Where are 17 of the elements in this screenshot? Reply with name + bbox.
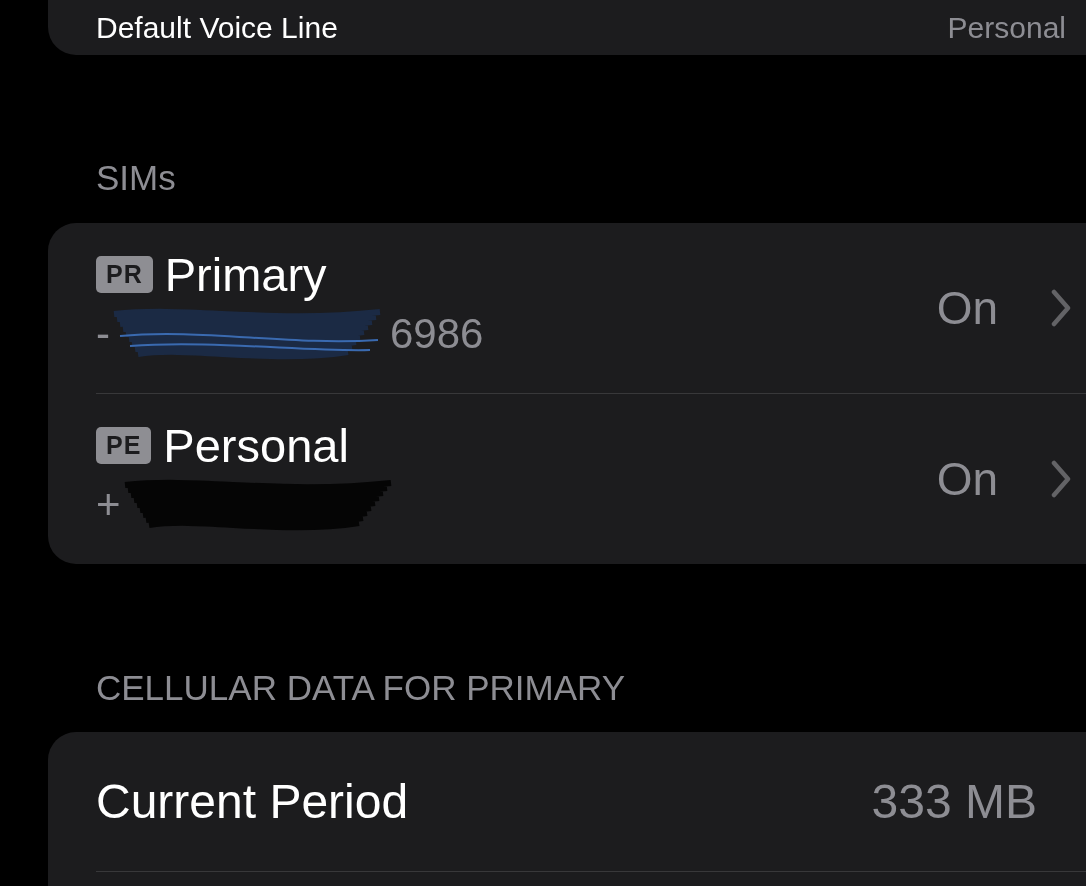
row-label: Default Voice Line: [96, 10, 339, 45]
row-value: 333 MB: [871, 774, 1037, 829]
sim-name: Personal: [163, 417, 349, 473]
sim-badge: PR: [96, 255, 153, 293]
row-label: Current Period: [96, 774, 410, 829]
phone-number: +: [96, 480, 121, 529]
chevron-icon: [1050, 460, 1072, 498]
row-value: Personal: [947, 10, 1066, 45]
sim-status: On: [936, 281, 998, 335]
section-header: SIMs: [95, 157, 177, 199]
chevron-icon: [1050, 289, 1072, 327]
sim-status: On: [936, 452, 998, 506]
sim-badge: PE: [96, 426, 152, 464]
section-header: CELLULAR DATA FOR PRIMARY: [95, 667, 627, 709]
phone-number: -: [96, 309, 110, 358]
sim-name: Primary: [164, 246, 327, 302]
phone-number: 6986: [390, 309, 484, 358]
